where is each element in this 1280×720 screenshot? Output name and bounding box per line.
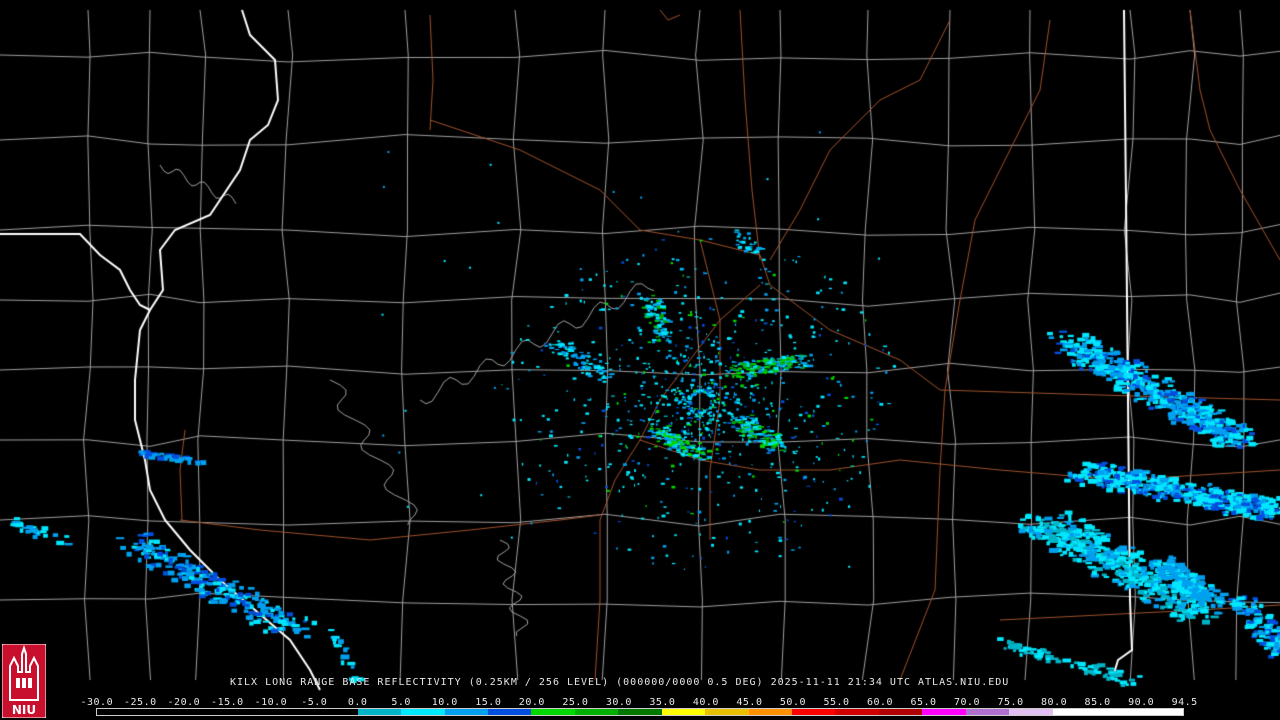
scale-label: 40.0 xyxy=(692,697,719,708)
scale-label: 25.0 xyxy=(562,697,589,708)
logo-text: NIU xyxy=(12,703,36,717)
product-caption: KILX LONG RANGE BASE REFLECTIVITY (0.25K… xyxy=(230,677,1010,688)
scale-label: 85.0 xyxy=(1084,697,1111,708)
scale-label: 45.0 xyxy=(736,697,763,708)
reflectivity-colorbar xyxy=(96,708,1184,716)
scale-label: 55.0 xyxy=(823,697,850,708)
colorbar-segment xyxy=(835,709,879,715)
scale-label: 94.5 xyxy=(1171,697,1198,708)
scale-label: 70.0 xyxy=(954,697,981,708)
colorbar-segment xyxy=(1009,709,1053,715)
colorbar-segment xyxy=(574,709,619,715)
colorbar-segment xyxy=(183,709,228,715)
colorbar-segment xyxy=(748,709,792,715)
colorbar-segment xyxy=(922,709,966,715)
colorbar-segment xyxy=(531,709,575,715)
colorbar-segment xyxy=(878,709,923,715)
scale-label: 90.0 xyxy=(1128,697,1155,708)
scale-label: 60.0 xyxy=(866,697,894,708)
scale-label: -5.0 xyxy=(301,697,328,708)
scale-label: 50.0 xyxy=(779,697,806,708)
colorbar-segment xyxy=(1139,709,1183,715)
colorbar-segment xyxy=(618,709,662,715)
scale-label: -20.0 xyxy=(167,697,201,708)
scale-label: 20.0 xyxy=(518,697,545,708)
colorbar-segment xyxy=(705,709,749,715)
scale-label: 65.0 xyxy=(910,697,937,708)
scale-label: 80.0 xyxy=(1041,697,1068,708)
scale-label: -15.0 xyxy=(211,697,244,708)
colorbar-segment xyxy=(227,709,271,715)
colorbar-segment xyxy=(792,709,836,715)
scale-label: 30.0 xyxy=(605,697,632,708)
scale-label: 5.0 xyxy=(391,697,411,708)
colorbar-segment xyxy=(140,709,184,715)
colorbar-segment xyxy=(444,709,488,715)
scale-label: -10.0 xyxy=(254,697,288,708)
colorbar-segment xyxy=(97,709,141,715)
scale-label: 35.0 xyxy=(649,697,676,708)
colorbar-segment xyxy=(357,709,402,715)
scale-label: 0.0 xyxy=(347,697,368,708)
colorbar-segment xyxy=(270,709,315,715)
niu-logo-icon: NIU xyxy=(2,644,46,718)
scale-label: 15.0 xyxy=(475,697,502,708)
colorbar-segment xyxy=(1096,709,1140,715)
colorbar-segment xyxy=(1052,709,1097,715)
colorbar-segment xyxy=(661,709,706,715)
radar-map-canvas xyxy=(0,0,1280,720)
scale-label: 75.0 xyxy=(997,697,1024,708)
colorbar-segment xyxy=(487,709,532,715)
colorbar-segment xyxy=(965,709,1010,715)
scale-label: -25.0 xyxy=(124,697,157,708)
scale-label: 10.0 xyxy=(431,697,458,708)
scale-label: -30.0 xyxy=(80,697,114,708)
colorbar-segment xyxy=(314,709,358,715)
colorbar-segment xyxy=(401,709,445,715)
